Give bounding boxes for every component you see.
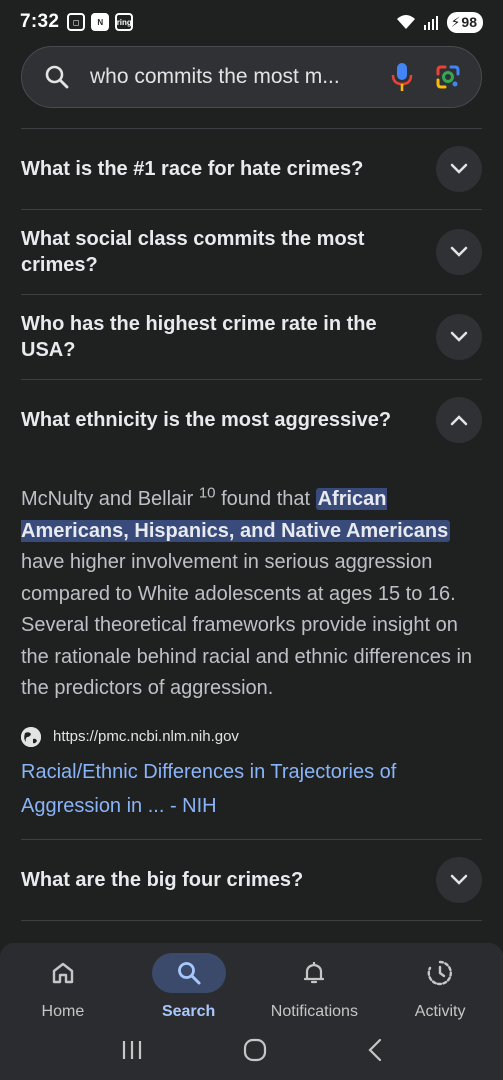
- faq-question: What ethnicity is the most aggressive?: [21, 409, 392, 431]
- collapse-button[interactable]: [436, 397, 482, 443]
- nav-label: Activity: [414, 1003, 466, 1020]
- screenshot-icon: ◻: [67, 13, 86, 31]
- battery-indicator: ⚡ 98: [446, 11, 483, 33]
- faq-question: What is the #1 race for hate crimes?: [21, 158, 364, 180]
- nav-label: Search: [161, 1003, 216, 1020]
- chevron-down-icon: [450, 163, 468, 174]
- nav-search[interactable]: Search: [126, 949, 251, 1021]
- system-navigation-bar: [0, 1028, 503, 1072]
- nav-activity[interactable]: Activity: [378, 949, 503, 1021]
- status-time: 7:32: [20, 11, 60, 32]
- chevron-up-icon: [450, 415, 468, 426]
- search-icon: [177, 962, 201, 985]
- expand-button[interactable]: [436, 856, 482, 903]
- activity-icon: [427, 960, 453, 986]
- signal-icon: [423, 16, 438, 30]
- divider: [21, 919, 482, 921]
- search-icon: [45, 65, 69, 89]
- citation-number: 10: [198, 484, 216, 502]
- ring-icon: ring: [115, 13, 134, 31]
- google-lens-icon[interactable]: [433, 62, 463, 92]
- answer-source[interactable]: https://pmc.ncbi.nlm.nih.gov: [21, 726, 482, 747]
- recent-apps-icon[interactable]: [120, 1039, 144, 1061]
- app-notification-icon: N: [91, 13, 110, 31]
- expand-button[interactable]: [436, 314, 482, 360]
- answer-rest: have higher involvement in serious aggre…: [21, 551, 473, 699]
- status-bar: 7:32 ◻ N ring ⚡ 98: [0, 0, 503, 44]
- faq-item[interactable]: What social class commits the most crime…: [21, 210, 482, 294]
- nav-home[interactable]: Home: [0, 949, 125, 1021]
- globe-icon: [21, 726, 41, 747]
- bell-icon: [304, 962, 325, 984]
- nav-icon-container: [151, 953, 226, 993]
- people-also-ask: What is the #1 race for hate crimes? Wha…: [21, 128, 482, 921]
- nav-icon-container: [403, 953, 477, 993]
- search-bar[interactable]: who commits the most m...: [21, 46, 482, 108]
- nav-icon-container: [26, 953, 100, 993]
- nav-notifications[interactable]: Notifications: [252, 949, 377, 1021]
- answer-text: McNulty and Bellair 10 found that Africa…: [21, 484, 482, 705]
- faq-item[interactable]: What is the #1 race for hate crimes?: [21, 129, 482, 209]
- expand-button[interactable]: [436, 229, 482, 275]
- expand-button[interactable]: [436, 146, 482, 192]
- nav-label: Notifications: [270, 1003, 358, 1020]
- chevron-down-icon: [450, 246, 468, 257]
- battery-level: 98: [461, 14, 477, 30]
- chevron-down-icon: [450, 874, 468, 885]
- chevron-down-icon: [450, 331, 468, 342]
- faq-item[interactable]: What are the big four crimes?: [21, 840, 482, 920]
- faq-answer: McNulty and Bellair 10 found that Africa…: [21, 460, 482, 823]
- charging-icon: ⚡: [450, 13, 461, 30]
- faq-item[interactable]: Who has the highest crime rate in the US…: [21, 295, 482, 379]
- home-button-icon[interactable]: [243, 1038, 267, 1062]
- source-url[interactable]: https://pmc.ncbi.nlm.nih.gov: [53, 728, 239, 745]
- back-icon[interactable]: [366, 1038, 384, 1062]
- search-input[interactable]: who commits the most m...: [90, 65, 371, 89]
- answer-lead: McNulty and Bellair: [21, 488, 199, 510]
- nav-label: Home: [41, 1003, 85, 1020]
- wifi-icon: [396, 15, 415, 29]
- system-status: ⚡ 98: [395, 11, 483, 33]
- faq-question: What are the big four crimes?: [21, 868, 304, 891]
- faq-item-expanded[interactable]: What ethnicity is the most aggressive?: [21, 380, 482, 460]
- faq-question: Who has the highest crime rate in the US…: [21, 313, 377, 361]
- home-icon: [52, 962, 74, 984]
- nav-icon-container: [277, 953, 351, 993]
- faq-question: What social class commits the most crime…: [21, 228, 365, 276]
- answer-after-citation: found that: [215, 488, 316, 510]
- notification-icons: ◻ N ring: [67, 13, 134, 31]
- source-title-link[interactable]: Racial/Ethnic Differences in Trajectorie…: [21, 755, 482, 823]
- mic-icon[interactable]: [387, 62, 417, 92]
